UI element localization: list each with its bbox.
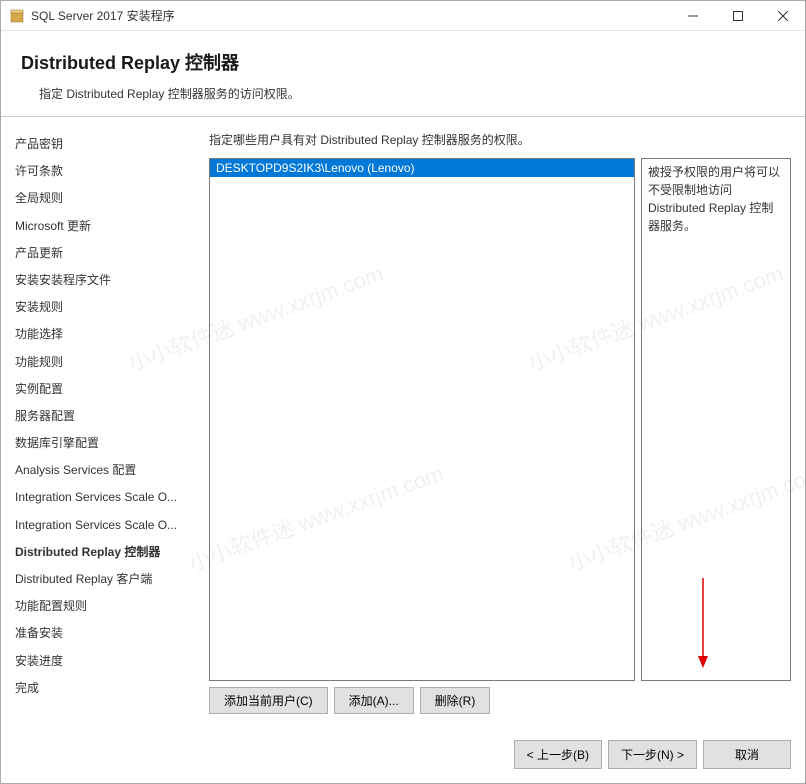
nav-item[interactable]: 产品更新 (15, 240, 195, 267)
body: 产品密钥许可条款全局规则Microsoft 更新产品更新安装安装程序文件安装规则… (1, 117, 805, 728)
next-button[interactable]: 下一步(N) > (608, 740, 697, 769)
app-icon (9, 8, 25, 24)
footer-buttons: < 上一步(B) 下一步(N) > 取消 (1, 728, 805, 783)
nav-item[interactable]: Microsoft 更新 (15, 213, 195, 240)
back-button[interactable]: < 上一步(B) (514, 740, 602, 769)
add-current-user-button[interactable]: 添加当前用户(C) (209, 687, 328, 714)
user-list-item[interactable]: DESKTOPD9S2IK3\Lenovo (Lenovo) (210, 159, 634, 177)
nav-item[interactable]: Integration Services Scale O... (15, 484, 195, 511)
nav-item[interactable]: 功能配置规则 (15, 593, 195, 620)
titlebar: SQL Server 2017 安装程序 (1, 1, 805, 31)
nav-item[interactable]: 实例配置 (15, 376, 195, 403)
remove-user-button[interactable]: 删除(R) (420, 687, 491, 714)
nav-item[interactable]: 许可条款 (15, 158, 195, 185)
nav-item[interactable]: Analysis Services 配置 (15, 457, 195, 484)
maximize-icon (733, 11, 743, 21)
window-controls (670, 1, 805, 30)
nav-item[interactable]: 数据库引擎配置 (15, 430, 195, 457)
nav-item[interactable]: 功能选择 (15, 321, 195, 348)
main-content: 指定哪些用户具有对 Distributed Replay 控制器服务的权限。 D… (201, 117, 805, 728)
nav-item[interactable]: Distributed Replay 客户端 (15, 566, 195, 593)
nav-item[interactable]: 全局规则 (15, 185, 195, 212)
nav-item[interactable]: 服务器配置 (15, 403, 195, 430)
nav-item[interactable]: Distributed Replay 控制器 (15, 539, 195, 566)
nav-sidebar: 产品密钥许可条款全局规则Microsoft 更新产品更新安装安装程序文件安装规则… (1, 117, 201, 728)
window-title: SQL Server 2017 安装程序 (31, 7, 670, 24)
maximize-button[interactable] (715, 1, 760, 30)
nav-item[interactable]: 功能规则 (15, 349, 195, 376)
cancel-button[interactable]: 取消 (703, 740, 791, 769)
nav-item[interactable]: Integration Services Scale O... (15, 512, 195, 539)
nav-item[interactable]: 安装规则 (15, 294, 195, 321)
nav-item[interactable]: 安装安装程序文件 (15, 267, 195, 294)
page-title: Distributed Replay 控制器 (21, 49, 785, 75)
page-description: 指定 Distributed Replay 控制器服务的访问权限。 (21, 85, 785, 102)
page-header: Distributed Replay 控制器 指定 Distributed Re… (1, 31, 805, 117)
add-user-button[interactable]: 添加(A)... (334, 687, 414, 714)
close-icon (778, 11, 788, 21)
users-listbox[interactable]: DESKTOPD9S2IK3\Lenovo (Lenovo) (209, 158, 635, 681)
minimize-icon (688, 11, 698, 21)
close-button[interactable] (760, 1, 805, 30)
instruction-text: 指定哪些用户具有对 Distributed Replay 控制器服务的权限。 (209, 131, 791, 148)
minimize-button[interactable] (670, 1, 715, 30)
nav-item[interactable]: 完成 (15, 675, 195, 702)
nav-item[interactable]: 安装进度 (15, 648, 195, 675)
installer-window: SQL Server 2017 安装程序 Distributed Replay … (0, 0, 806, 784)
nav-item[interactable]: 准备安装 (15, 620, 195, 647)
user-buttons-row: 添加当前用户(C) 添加(A)... 删除(R) (209, 687, 791, 714)
content-row: DESKTOPD9S2IK3\Lenovo (Lenovo) 被授予权限的用户将… (209, 158, 791, 681)
nav-item[interactable]: 产品密钥 (15, 131, 195, 158)
info-panel: 被授予权限的用户将可以不受限制地访问 Distributed Replay 控制… (641, 158, 791, 681)
